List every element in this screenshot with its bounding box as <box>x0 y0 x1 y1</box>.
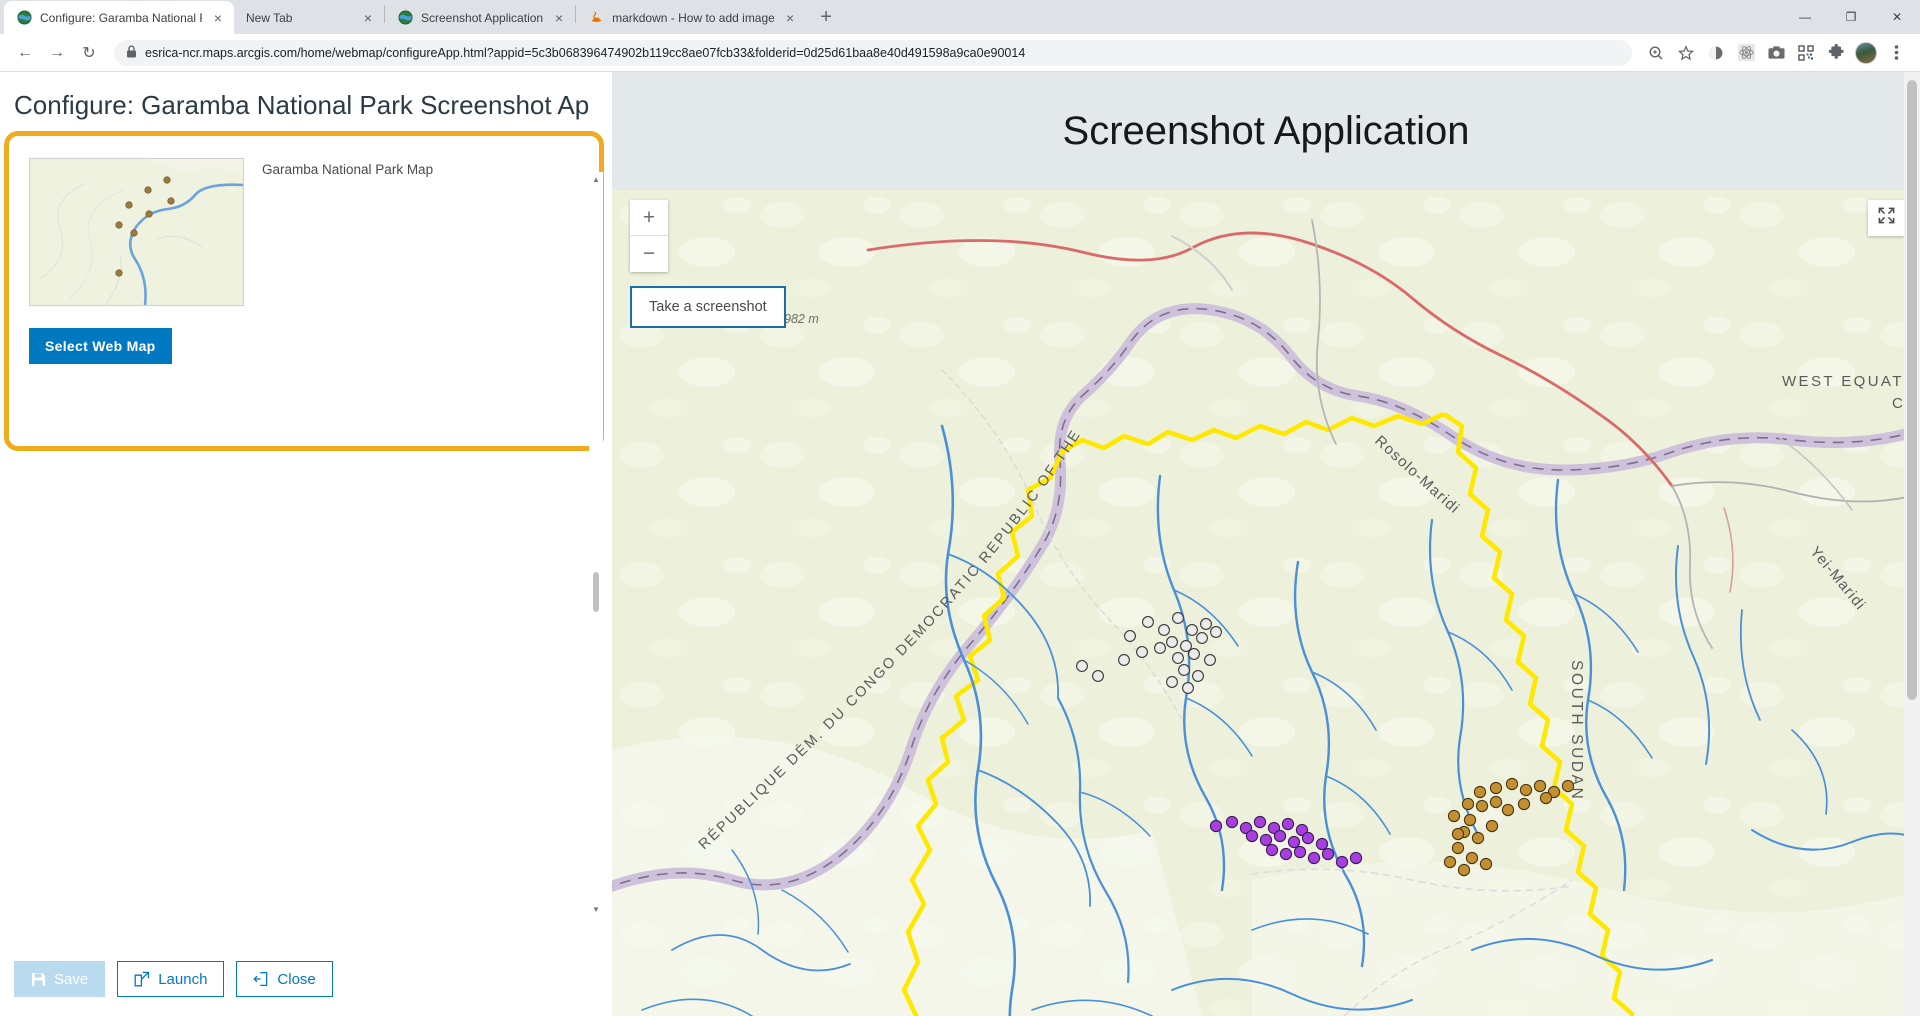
tab-title: markdown - How to add images <box>612 10 775 25</box>
app-preview: Screenshot Application Rosolo-Maridi Yei… <box>612 72 1920 1016</box>
page-content: Configure: Garamba National Park Screens… <box>0 72 1920 1016</box>
zoom-in-button[interactable]: + <box>630 200 668 236</box>
map-canvas[interactable]: Rosolo-Maridi Yei-Maridi WEST EQUATORIA … <box>612 190 1920 1016</box>
maximize-button[interactable]: ❐ <box>1828 0 1874 34</box>
app-title: Screenshot Application <box>1062 108 1470 153</box>
avatar <box>1855 41 1877 64</box>
garamba-map-thumbnail[interactable] <box>29 158 244 306</box>
tab-close-icon[interactable]: × <box>360 10 376 26</box>
floppy-save-icon <box>31 972 46 987</box>
page-scrollbar[interactable] <box>1904 72 1920 1016</box>
tab-markdown[interactable]: markdown - How to add images × <box>576 1 806 34</box>
java-icon <box>588 10 604 26</box>
lock-icon <box>126 44 137 61</box>
minimize-button[interactable]: — <box>1782 0 1828 34</box>
globe-icon <box>397 10 413 26</box>
save-button[interactable]: Save <box>14 961 106 997</box>
tab-title: Configure: Garamba National Par <box>40 10 202 25</box>
scroll-down-arrow-icon[interactable]: ▼ <box>589 902 603 916</box>
dark-reader-icon[interactable] <box>1702 39 1730 67</box>
tab-strip: Configure: Garamba National Par × New Ta… <box>0 0 1920 34</box>
select-web-map-button[interactable]: Select Web Map <box>29 328 172 364</box>
expand-fullscreen-button[interactable] <box>1868 200 1904 236</box>
page-scrollbar-thumb[interactable] <box>1907 80 1917 700</box>
tab-configure[interactable]: Configure: Garamba National Par × <box>4 1 234 34</box>
forward-icon[interactable]: → <box>42 38 72 68</box>
launch-button[interactable]: Launch <box>117 961 225 997</box>
tab-new-tab[interactable]: New Tab × <box>234 1 384 34</box>
page-title: Configure: Garamba National Park Screens… <box>14 90 590 120</box>
browser-toolbar: ← → ↻ esrica-ncr.maps.arcgis.com/home/we… <box>0 34 1920 72</box>
window-controls: — ❐ ✕ <box>1782 0 1920 34</box>
close-window-button[interactable]: ✕ <box>1874 0 1920 34</box>
tab-close-icon[interactable]: × <box>551 10 567 26</box>
webmap-config-card: Garamba National Park Map Select Web Map <box>4 131 604 451</box>
globe-icon <box>16 10 32 26</box>
config-card-wrapper: Garamba National Park Map Select Web Map <box>0 131 612 451</box>
extensions-puzzle-icon[interactable] <box>1822 39 1850 67</box>
zoom-magnifier-icon[interactable] <box>1642 39 1670 67</box>
profile-avatar-icon[interactable] <box>1852 39 1880 67</box>
label-south-sudan: SOUTH SUDAN <box>1568 660 1585 801</box>
zoom-controls: + − <box>630 200 668 272</box>
chrome-menu-icon[interactable] <box>1882 39 1910 67</box>
external-link-icon <box>134 971 150 987</box>
url-text: esrica-ncr.maps.arcgis.com/home/webmap/c… <box>145 45 1026 60</box>
react-devtools-icon[interactable] <box>1732 39 1760 67</box>
tab-close-icon[interactable]: × <box>210 10 226 26</box>
elevation-label: 982 m <box>784 312 819 326</box>
tab-title: New Tab <box>246 10 293 25</box>
back-icon[interactable]: ← <box>10 38 40 68</box>
close-label: Close <box>277 970 316 988</box>
config-pane-scrollbar[interactable]: ▲ ▼ <box>589 172 603 916</box>
tab-screenshot-application[interactable]: Screenshot Application × <box>385 1 575 34</box>
webmap-name: Garamba National Park Map <box>262 162 434 177</box>
take-screenshot-button[interactable]: Take a screenshot <box>630 286 786 328</box>
config-footer: Save Launch Close <box>0 942 612 1016</box>
close-button[interactable]: Close <box>236 961 333 997</box>
configure-panel: Configure: Garamba National Park Screens… <box>0 72 612 1016</box>
tab-title: Screenshot Application <box>421 10 544 25</box>
label-west-equatoria: WEST EQUATORIA <box>1782 373 1920 390</box>
scrollbar-track <box>589 172 603 916</box>
exit-door-icon <box>253 971 269 987</box>
reload-icon[interactable]: ↻ <box>74 38 104 68</box>
scroll-up-arrow-icon[interactable]: ▲ <box>589 172 603 186</box>
bookmark-star-icon[interactable] <box>1672 39 1700 67</box>
save-label: Save <box>54 970 89 988</box>
browser-window: Configure: Garamba National Par × New Ta… <box>0 0 1920 1016</box>
qr-code-icon[interactable] <box>1792 39 1820 67</box>
scrollbar-thumb[interactable] <box>593 572 599 612</box>
app-header: Screenshot Application <box>612 72 1920 190</box>
address-bar[interactable]: esrica-ncr.maps.arcgis.com/home/webmap/c… <box>114 39 1632 66</box>
webmap-row: Garamba National Park Map <box>29 158 579 306</box>
new-tab-button[interactable]: + <box>812 3 840 31</box>
expand-icon <box>1877 206 1896 230</box>
tab-close-icon[interactable]: × <box>782 10 798 26</box>
launch-label: Launch <box>158 970 208 988</box>
camera-icon[interactable] <box>1762 39 1790 67</box>
zoom-out-button[interactable]: − <box>630 236 668 272</box>
